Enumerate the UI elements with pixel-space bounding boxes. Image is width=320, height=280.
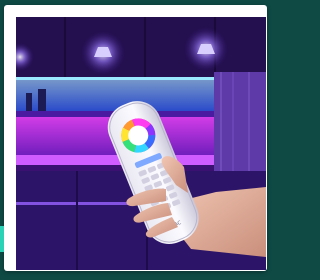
kitchen-remote-scene: V-TAC [16, 17, 266, 270]
product-photo[interactable]: V-TAC [16, 17, 266, 270]
accent-tab [0, 226, 4, 252]
